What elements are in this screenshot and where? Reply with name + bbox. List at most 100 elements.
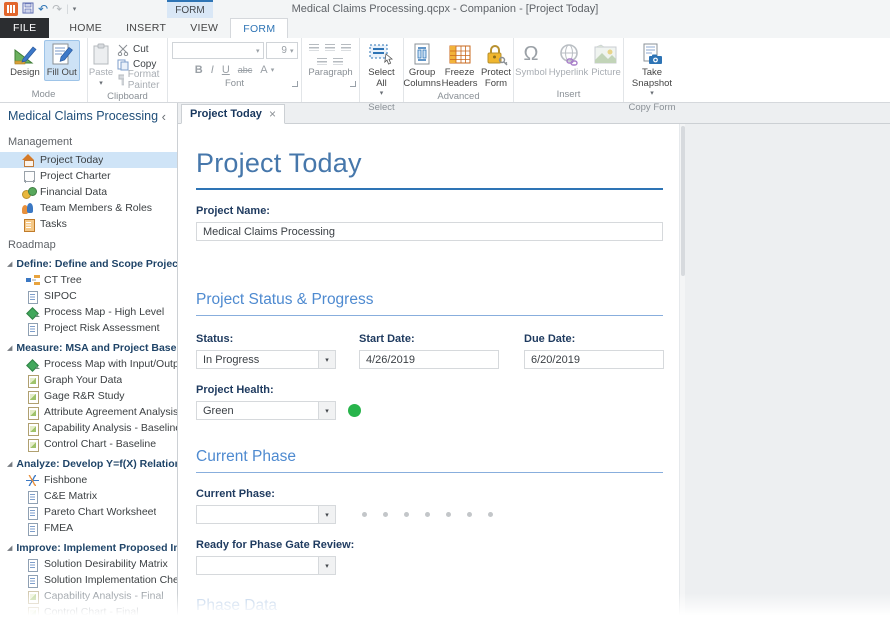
tab-view[interactable]: VIEW bbox=[178, 18, 230, 38]
group-label-advanced: Advanced bbox=[437, 91, 480, 102]
main-area: Project Today × Project Today Project Na… bbox=[178, 103, 890, 621]
document-tab-project-today[interactable]: Project Today × bbox=[181, 104, 285, 124]
sidebar-item-label: Process Map with Input/Output Details bbox=[44, 358, 177, 370]
sidebar-item-fmea[interactable]: FMEA bbox=[0, 520, 177, 536]
sidebar-item-project-today[interactable]: Project Today bbox=[0, 152, 177, 168]
hyperlink-label: Hyperlink bbox=[548, 67, 589, 78]
sidebar-item-label: Solution Desirability Matrix bbox=[44, 558, 168, 570]
sidebar-item-ct-tree[interactable]: CT Tree bbox=[0, 272, 177, 288]
sidebar-item-process-map-high-level[interactable]: Process Map - High Level bbox=[0, 304, 177, 320]
ribbon: Design Fill Out Mode Paste ▾ Cut Copy Fo… bbox=[0, 38, 890, 113]
close-tab-icon[interactable]: × bbox=[269, 108, 276, 120]
section-heading-phase-data: Phase Data bbox=[196, 597, 663, 621]
sidebar-item-solution-implementation-checklist[interactable]: Solution Implementation Checklist bbox=[0, 572, 177, 588]
sidebar-item-label: Financial Data bbox=[40, 186, 108, 198]
sidebar-item-pareto-chart-worksheet[interactable]: Pareto Chart Worksheet bbox=[0, 504, 177, 520]
sidebar-item-fishbone[interactable]: Fishbone bbox=[0, 472, 177, 488]
status-dropdown[interactable]: In Progress ▾ bbox=[196, 350, 336, 369]
tab-form[interactable]: FORM bbox=[230, 18, 289, 38]
project-name-input[interactable] bbox=[196, 222, 663, 241]
ready-for-review-dropdown[interactable]: ▾ bbox=[196, 556, 336, 575]
window-title: Medical Claims Processing.qcpx - Compani… bbox=[291, 3, 599, 15]
undo-button[interactable]: ↶ bbox=[38, 3, 48, 15]
dropdown-arrow-icon[interactable]: ▾ bbox=[318, 557, 335, 574]
tab-file[interactable]: FILE bbox=[0, 18, 50, 38]
sidebar-phase-header-define[interactable]: ◢ Define: Define and Scope Project bbox=[0, 255, 177, 272]
sidebar-collapse-button[interactable]: ‹ bbox=[159, 109, 169, 124]
sidebar-item-attribute-agreement-analysis[interactable]: Attribute Agreement Analysis bbox=[0, 404, 177, 420]
quick-access-toolbar: ↶ ↷ | ▾ bbox=[0, 2, 76, 17]
mtb-icon bbox=[26, 390, 40, 404]
project-health-dropdown[interactable]: Green ▾ bbox=[196, 401, 336, 420]
sidebar-item-project-charter[interactable]: Project Charter bbox=[0, 168, 177, 184]
save-button[interactable] bbox=[22, 2, 34, 17]
expander-icon[interactable]: ◢ bbox=[7, 344, 12, 352]
take-snapshot-button[interactable]: Take Snapshot ▾ bbox=[624, 40, 680, 102]
workspace-background bbox=[685, 124, 890, 621]
sidebar-item-capability-analysis-final[interactable]: Capability Analysis - Final bbox=[0, 588, 177, 604]
sidebar-item-label: CT Tree bbox=[44, 274, 82, 286]
sidebar-item-graph-your-data[interactable]: Graph Your Data bbox=[0, 372, 177, 388]
sidebar-item-control-chart-baseline[interactable]: Control Chart - Baseline bbox=[0, 436, 177, 452]
paste-button: Paste ▾ bbox=[88, 40, 114, 91]
select-all-icon bbox=[369, 42, 395, 67]
sidebar-phase-header-analyze[interactable]: ◢ Analyze: Develop Y=f(X) Relationship bbox=[0, 455, 177, 472]
sidebar-item-financial-data[interactable]: Financial Data bbox=[0, 184, 177, 200]
sidebar-phase-header-measure[interactable]: ◢ Measure: MSA and Project Baseline bbox=[0, 339, 177, 356]
sidebar-item-project-risk-assessment[interactable]: Project Risk Assessment bbox=[0, 320, 177, 336]
due-date-input[interactable] bbox=[524, 350, 664, 369]
dropdown-arrow-icon[interactable]: ▾ bbox=[318, 351, 335, 368]
sidebar-item-c-e-matrix[interactable]: C&E Matrix bbox=[0, 488, 177, 504]
design-button[interactable]: Design bbox=[7, 40, 43, 81]
hyperlink-icon bbox=[557, 42, 581, 67]
tree-icon bbox=[26, 274, 40, 287]
ribbon-group-select: Select All ▾ Select bbox=[360, 38, 404, 113]
scrollbar-thumb[interactable] bbox=[681, 126, 685, 276]
sidebar-item-solution-desirability-matrix[interactable]: Solution Desirability Matrix bbox=[0, 556, 177, 572]
group-columns-button[interactable]: Group Columns bbox=[403, 40, 441, 91]
tab-insert[interactable]: INSERT bbox=[114, 18, 178, 38]
sidebar-item-control-chart-final[interactable]: Control Chart - Final bbox=[0, 604, 177, 620]
start-date-input[interactable] bbox=[359, 350, 499, 369]
sidebar-project-title: Medical Claims Processing bbox=[8, 109, 159, 123]
group-columns-label: Group Columns bbox=[403, 67, 441, 89]
dropdown-arrow-icon[interactable]: ▾ bbox=[318, 506, 335, 523]
symbol-icon: Ω bbox=[523, 43, 539, 66]
tab-home[interactable]: HOME bbox=[57, 18, 114, 38]
dropdown-arrow-icon[interactable]: ▾ bbox=[318, 402, 335, 419]
expander-icon[interactable]: ◢ bbox=[7, 544, 12, 552]
expander-icon[interactable]: ◢ bbox=[7, 460, 12, 468]
take-snapshot-icon bbox=[640, 42, 664, 67]
doc-icon bbox=[26, 322, 40, 336]
font-size-value: 9 bbox=[281, 45, 287, 56]
sidebar-item-capability-analysis-baseline[interactable]: Capability Analysis - Baseline bbox=[0, 420, 177, 436]
freeze-headers-button[interactable]: Freeze Headers bbox=[441, 40, 478, 91]
sidebar-item-label: Project Today bbox=[40, 154, 104, 166]
doc-icon bbox=[26, 290, 40, 304]
cut-button[interactable]: Cut bbox=[115, 42, 167, 57]
fill-out-button[interactable]: Fill Out bbox=[43, 40, 80, 81]
protect-form-button[interactable]: Protect Form bbox=[479, 40, 513, 91]
sidebar-phase-header-improve[interactable]: ◢ Improve: Implement Proposed Improvement… bbox=[0, 539, 177, 556]
qat-options-button[interactable]: ▾ bbox=[73, 5, 77, 13]
select-all-button[interactable]: Select All ▾ bbox=[360, 40, 403, 102]
phase-milestone-dots bbox=[362, 512, 509, 517]
protect-form-icon bbox=[484, 42, 508, 67]
paragraph-dialog-launcher bbox=[350, 81, 356, 87]
picture-icon bbox=[594, 42, 618, 67]
sidebar-item-sipoc[interactable]: SIPOC bbox=[0, 288, 177, 304]
vertical-scrollbar[interactable] bbox=[679, 124, 685, 621]
picture-button: Picture bbox=[589, 40, 623, 81]
health-indicator-dot bbox=[348, 404, 361, 417]
group-label-copy-form: Copy Form bbox=[628, 101, 676, 113]
hyperlink-button: Hyperlink bbox=[549, 40, 588, 81]
ribbon-group-font: ▾ 9 ▾ B I U abc A ▾ Font bbox=[168, 38, 302, 102]
sidebar-item-process-map-with-input-output-details[interactable]: Process Map with Input/Output Details bbox=[0, 356, 177, 372]
document-tab-bar: Project Today × bbox=[178, 103, 890, 124]
current-phase-dropdown[interactable]: ▾ bbox=[196, 505, 336, 524]
sidebar-item-tasks[interactable]: Tasks bbox=[0, 216, 177, 232]
sidebar-item-gage-r-r-study[interactable]: Gage R&R Study bbox=[0, 388, 177, 404]
sidebar-item-team-members-roles[interactable]: Team Members & Roles bbox=[0, 200, 177, 216]
expander-icon[interactable]: ◢ bbox=[7, 260, 12, 268]
select-all-label: Select All bbox=[368, 67, 395, 89]
